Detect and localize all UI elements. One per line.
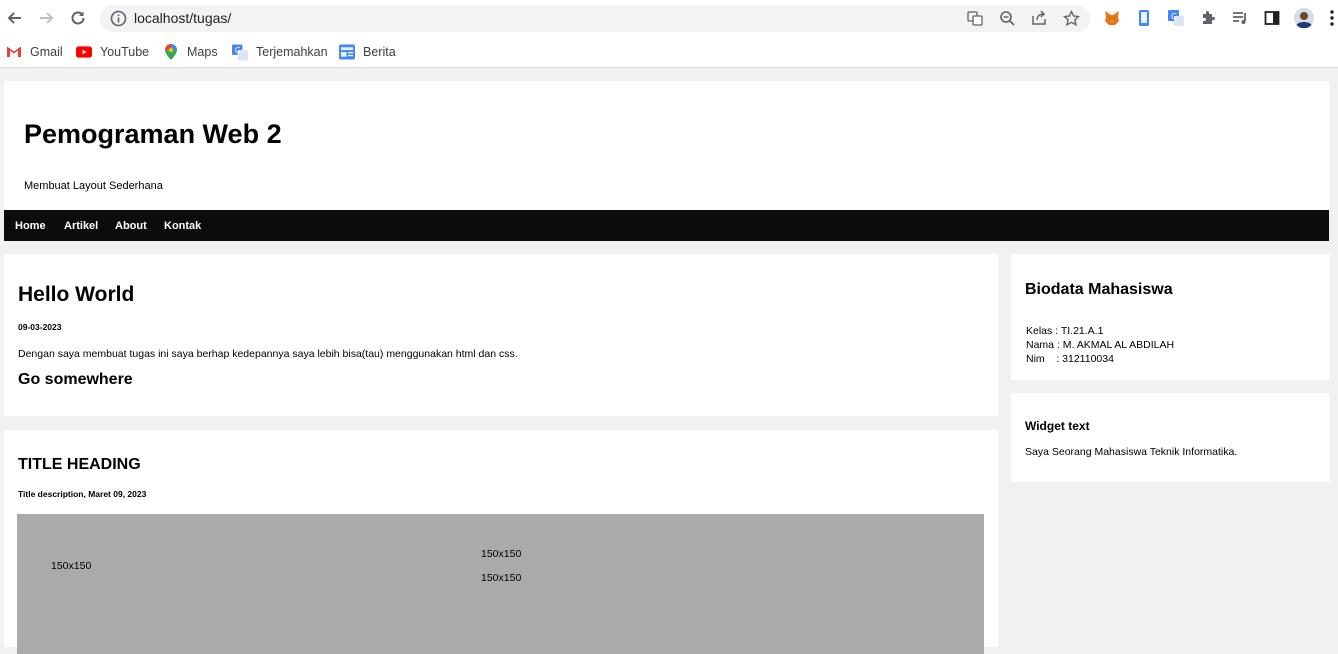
bookmarks-bar: Gmail YouTube Maps G Terjemahkan Berita	[0, 37, 1338, 68]
article-date: 09-03-2023	[18, 322, 62, 332]
info-icon[interactable]	[110, 10, 127, 27]
reload-button[interactable]	[67, 7, 89, 29]
side-panel-icon[interactable]	[1262, 8, 1282, 28]
extensions-puzzle-icon[interactable]	[1198, 8, 1218, 28]
youtube-icon	[76, 44, 92, 60]
biodata-nama: Nama : M. AKMAL AL ABDILAH	[1026, 339, 1175, 351]
bookmark-maps[interactable]: Maps	[163, 42, 218, 62]
translate-icon: G	[232, 44, 248, 60]
bookmark-terjemahkan[interactable]: G Terjemahkan	[232, 42, 328, 62]
image-placeholder: 150x150	[481, 572, 522, 584]
bookmark-star-icon[interactable]	[1062, 9, 1080, 27]
image-placeholder: 150x150	[481, 548, 522, 560]
bookmark-label: Berita	[363, 45, 396, 59]
back-button[interactable]	[4, 7, 26, 29]
site-nav: Home Artikel About Kontak	[4, 210, 1329, 241]
address-bar[interactable]: localhost/tugas/	[100, 5, 1090, 32]
bookmark-label: YouTube	[100, 45, 150, 59]
bookmark-label: Gmail	[30, 45, 63, 59]
maps-icon	[163, 44, 179, 60]
google-translate-extension-icon[interactable]: G	[1166, 8, 1186, 28]
bookmark-berita[interactable]: Berita	[339, 42, 396, 62]
phone-extension-icon[interactable]	[1134, 8, 1154, 28]
news-icon	[339, 44, 355, 60]
bookmark-gmail[interactable]: Gmail	[6, 42, 63, 62]
article-heading: Hello World	[18, 283, 135, 306]
back-arrow-icon	[7, 12, 21, 24]
nav-artikel[interactable]: Artikel	[64, 220, 98, 232]
widget-heading: Widget text	[1025, 419, 1090, 433]
browser-toolbar: localhost/tugas/ G	[0, 0, 1338, 37]
site-header: Pemograman Web 2 Membuat Layout Sederhan…	[4, 81, 1329, 210]
svg-text:G: G	[235, 45, 241, 54]
zoom-icon[interactable]	[998, 9, 1016, 27]
go-somewhere-link[interactable]: Go somewhere	[18, 371, 133, 389]
translate-page-icon[interactable]	[966, 9, 984, 27]
forward-arrow-icon	[40, 12, 54, 24]
text-widget: Widget text Saya Seorang Mahasiswa Tekni…	[1011, 393, 1329, 482]
article-title-heading: TITLE HEADING Title description, Maret 0…	[4, 430, 998, 654]
biodata-heading: Biodata Mahasiswa	[1025, 281, 1173, 298]
web-page: Pemograman Web 2 Membuat Layout Sederhan…	[0, 69, 1338, 654]
biodata-nim: Nim : 312110034	[1026, 353, 1114, 365]
media-queue-icon[interactable]	[1230, 8, 1250, 28]
site-subtitle: Membuat Layout Sederhana	[24, 180, 163, 192]
widget-text: Saya Seorang Mahasiswa Teknik Informatik…	[1025, 446, 1238, 458]
forward-button[interactable]	[35, 7, 57, 29]
site-title: Pemograman Web 2	[24, 119, 282, 149]
image-placeholder-area: 150x150 150x150 150x150	[17, 514, 984, 654]
biodata-kelas: Kelas : TI.21.A.1	[1026, 325, 1104, 337]
url-text[interactable]: localhost/tugas/	[134, 10, 231, 26]
reload-icon	[71, 11, 85, 25]
image-placeholder: 150x150	[51, 560, 92, 572]
metamask-icon[interactable]	[1102, 8, 1122, 28]
bookmark-youtube[interactable]: YouTube	[76, 42, 149, 62]
gmail-icon	[6, 44, 22, 60]
svg-text:G: G	[1171, 12, 1177, 21]
nav-about[interactable]: About	[115, 220, 147, 232]
article-hello-world: Hello World 09-03-2023 Dengan saya membu…	[4, 254, 998, 416]
nav-home[interactable]: Home	[15, 220, 46, 232]
profile-avatar-icon[interactable]	[1294, 8, 1314, 28]
article-description: Title description, Maret 09, 2023	[18, 489, 147, 499]
bookmark-label: Terjemahkan	[256, 45, 328, 59]
bookmark-label: Maps	[187, 45, 218, 59]
share-icon[interactable]	[1030, 9, 1048, 27]
article-heading: TITLE HEADING	[18, 456, 141, 473]
nav-kontak[interactable]: Kontak	[164, 220, 201, 232]
article-text: Dengan saya membuat tugas ini saya berha…	[18, 348, 518, 360]
menu-kebab-icon[interactable]	[1326, 8, 1338, 28]
biodata-widget: Biodata Mahasiswa Kelas : TI.21.A.1 Nama…	[1011, 254, 1329, 380]
